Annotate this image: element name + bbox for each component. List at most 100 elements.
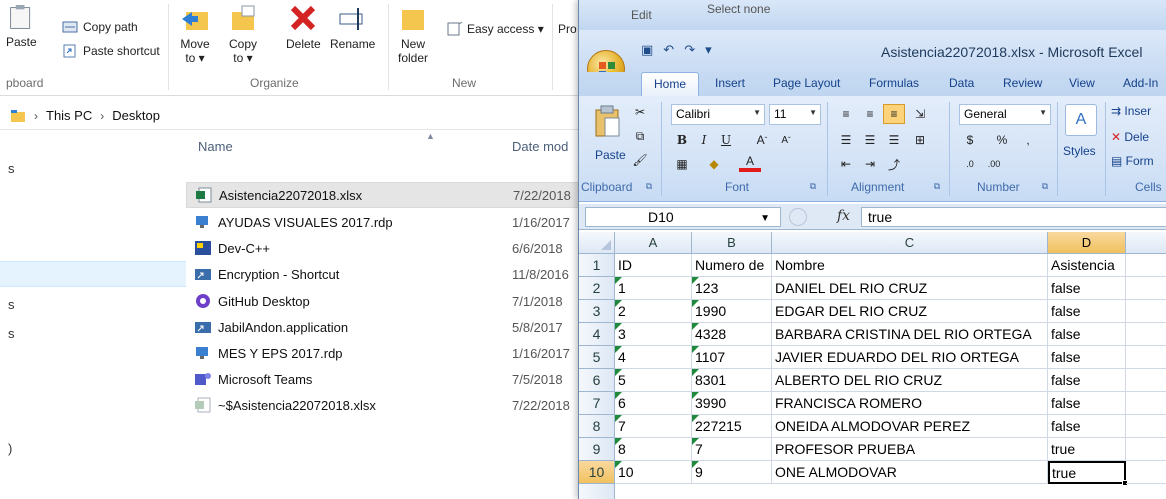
align-top-icon[interactable]: ≡ [835, 104, 857, 124]
increase-decimal-button[interactable]: .0 [959, 154, 981, 174]
bold-button[interactable]: B [671, 130, 693, 150]
cell-c9[interactable]: PROFESOR PRUEBA [772, 438, 1048, 461]
file-row[interactable]: Microsoft Teams 7/5/2018 [186, 366, 596, 392]
cell-a1[interactable]: ID [615, 254, 692, 277]
decrease-indent-icon[interactable]: ⇤ [835, 154, 857, 174]
breadcrumb-desktop[interactable]: Desktop [112, 108, 160, 123]
name-box[interactable]: D10 ▼ [585, 207, 781, 227]
cell-c4[interactable]: BARBARA CRISTINA DEL RIO ORTEGA [772, 323, 1048, 346]
cell-a6[interactable]: 5 [615, 369, 692, 392]
paste-button[interactable]: Paste [6, 4, 37, 49]
row-header[interactable]: 9 [579, 438, 615, 461]
rename-button[interactable]: Rename [330, 4, 375, 51]
cell-e5[interactable] [1126, 346, 1166, 369]
file-row[interactable]: Asistencia22072018.xlsx 7/22/2018 [186, 182, 596, 208]
excel-window[interactable]: Edit Select none ▣ ↶ ↷ ▾ Asistencia22072… [578, 0, 1166, 499]
styles-icon[interactable]: A [1065, 104, 1097, 136]
number-format-select[interactable]: General ▼ [959, 104, 1051, 125]
file-row[interactable]: JabilAndon.application 5/8/2017 [186, 314, 596, 340]
row-header[interactable]: 1 [579, 254, 615, 277]
tab-insert[interactable]: Insert [715, 76, 745, 90]
cell-d9[interactable]: true [1048, 438, 1126, 461]
cell-b10[interactable]: 9 [692, 461, 772, 484]
save-icon[interactable]: ▣ [641, 42, 653, 58]
row-header[interactable]: 6 [579, 369, 615, 392]
address-bar[interactable]: › This PC › Desktop [0, 102, 600, 130]
file-row[interactable]: GitHub Desktop 7/1/2018 [186, 288, 596, 314]
format-cells-button[interactable]: ▤ Form [1111, 154, 1154, 168]
font-size-select[interactable]: 11 ▼ [769, 104, 821, 125]
nav-pane-selected-item[interactable] [0, 261, 186, 287]
font-name-select[interactable]: Calibri ▼ [671, 104, 765, 125]
column-header-d[interactable]: D [1048, 232, 1126, 254]
undo-icon[interactable]: ↶ [663, 42, 674, 58]
column-header-b[interactable]: B [692, 232, 772, 254]
decrease-decimal-button[interactable]: .00 [983, 154, 1005, 174]
percent-button[interactable]: % [991, 130, 1013, 150]
row-header[interactable]: 7 [579, 392, 615, 415]
file-row[interactable]: MES Y EPS 2017.rdp 1/16/2017 [186, 340, 596, 366]
row-header[interactable]: 8 [579, 415, 615, 438]
cell-c10[interactable]: ONE ALMODOVAR [772, 461, 1048, 484]
paste-big-button[interactable] [593, 104, 623, 143]
cell-e9[interactable] [1126, 438, 1166, 461]
grow-font-button[interactable]: Aˆ [751, 130, 773, 150]
cell-a2[interactable]: 1 [615, 277, 692, 300]
cell-a10[interactable]: 10 [615, 461, 692, 484]
nav-item-fragment[interactable]: s [8, 326, 15, 341]
tab-data[interactable]: Data [949, 76, 974, 90]
cell-a7[interactable]: 6 [615, 392, 692, 415]
fill-color-icon[interactable]: ◆ [703, 154, 725, 174]
font-color-button[interactable]: A [739, 154, 761, 172]
active-cell[interactable]: true [1048, 461, 1126, 484]
tab-home[interactable]: Home [641, 72, 700, 97]
align-bottom-icon[interactable]: ≡ [883, 104, 905, 124]
cell-b3[interactable]: 1990 [692, 300, 772, 323]
paste-shortcut-button[interactable]: Paste shortcut [62, 42, 160, 60]
italic-button[interactable]: I [693, 130, 715, 150]
cell-b8[interactable]: 227215 [692, 415, 772, 438]
row-header[interactable]: 2 [579, 277, 615, 300]
increase-indent-icon[interactable]: ⇥ [859, 154, 881, 174]
cell-c6[interactable]: ALBERTO DEL RIO CRUZ [772, 369, 1048, 392]
row-header[interactable]: 4 [579, 323, 615, 346]
wrap-text-icon[interactable]: ⇲ [909, 104, 931, 124]
insert-cells-button[interactable]: ⇉ Inser [1111, 104, 1151, 118]
align-middle-icon[interactable]: ≡ [859, 104, 881, 124]
tab-add-ins[interactable]: Add-In [1123, 76, 1158, 90]
clipboard-launcher-icon[interactable]: ⧉ [643, 180, 655, 192]
column-header-a[interactable]: A [615, 232, 692, 254]
redo-icon[interactable]: ↷ [684, 42, 695, 58]
copy-path-button[interactable]: Copy path [62, 18, 138, 36]
cell-b9[interactable]: 7 [692, 438, 772, 461]
cell-e10[interactable] [1126, 461, 1166, 484]
cell-d6[interactable]: false [1048, 369, 1126, 392]
cell-c7[interactable]: FRANCISCA ROMERO [772, 392, 1048, 415]
cell-e7[interactable] [1126, 392, 1166, 415]
nav-item-fragment[interactable]: s [8, 297, 15, 312]
nav-item-fragment[interactable]: s [8, 161, 15, 176]
file-row[interactable]: AYUDAS VISUALES 2017.rdp 1/16/2017 [186, 209, 596, 235]
cell-a9[interactable]: 8 [615, 438, 692, 461]
move-to-button[interactable]: Move to ▾ [180, 4, 210, 65]
customize-qat-icon[interactable]: ▾ [705, 42, 712, 58]
row-header[interactable]: 3 [579, 300, 615, 323]
cell-b4[interactable]: 4328 [692, 323, 772, 346]
cell-e6[interactable] [1126, 369, 1166, 392]
number-launcher-icon[interactable]: ⧉ [1039, 180, 1051, 192]
tab-review[interactable]: Review [1003, 76, 1042, 90]
file-row[interactable]: Dev-C++ 6/6/2018 [186, 235, 596, 261]
tab-view[interactable]: View [1069, 76, 1095, 90]
tab-page-layout[interactable]: Page Layout [773, 76, 840, 90]
easy-access-button[interactable]: Easy access ▾ [446, 20, 544, 38]
borders-icon[interactable]: ▦ [671, 154, 693, 174]
cell-a5[interactable]: 4 [615, 346, 692, 369]
file-row[interactable]: Encryption - Shortcut 11/8/2016 [186, 261, 596, 287]
cell-e3[interactable] [1126, 300, 1166, 323]
cut-icon[interactable]: ✂ [629, 102, 651, 122]
cell-b1[interactable]: Numero de [692, 254, 772, 277]
cell-b7[interactable]: 3990 [692, 392, 772, 415]
align-center-icon[interactable]: ☰ [859, 130, 881, 150]
cell-d7[interactable]: false [1048, 392, 1126, 415]
cell-d3[interactable]: false [1048, 300, 1126, 323]
